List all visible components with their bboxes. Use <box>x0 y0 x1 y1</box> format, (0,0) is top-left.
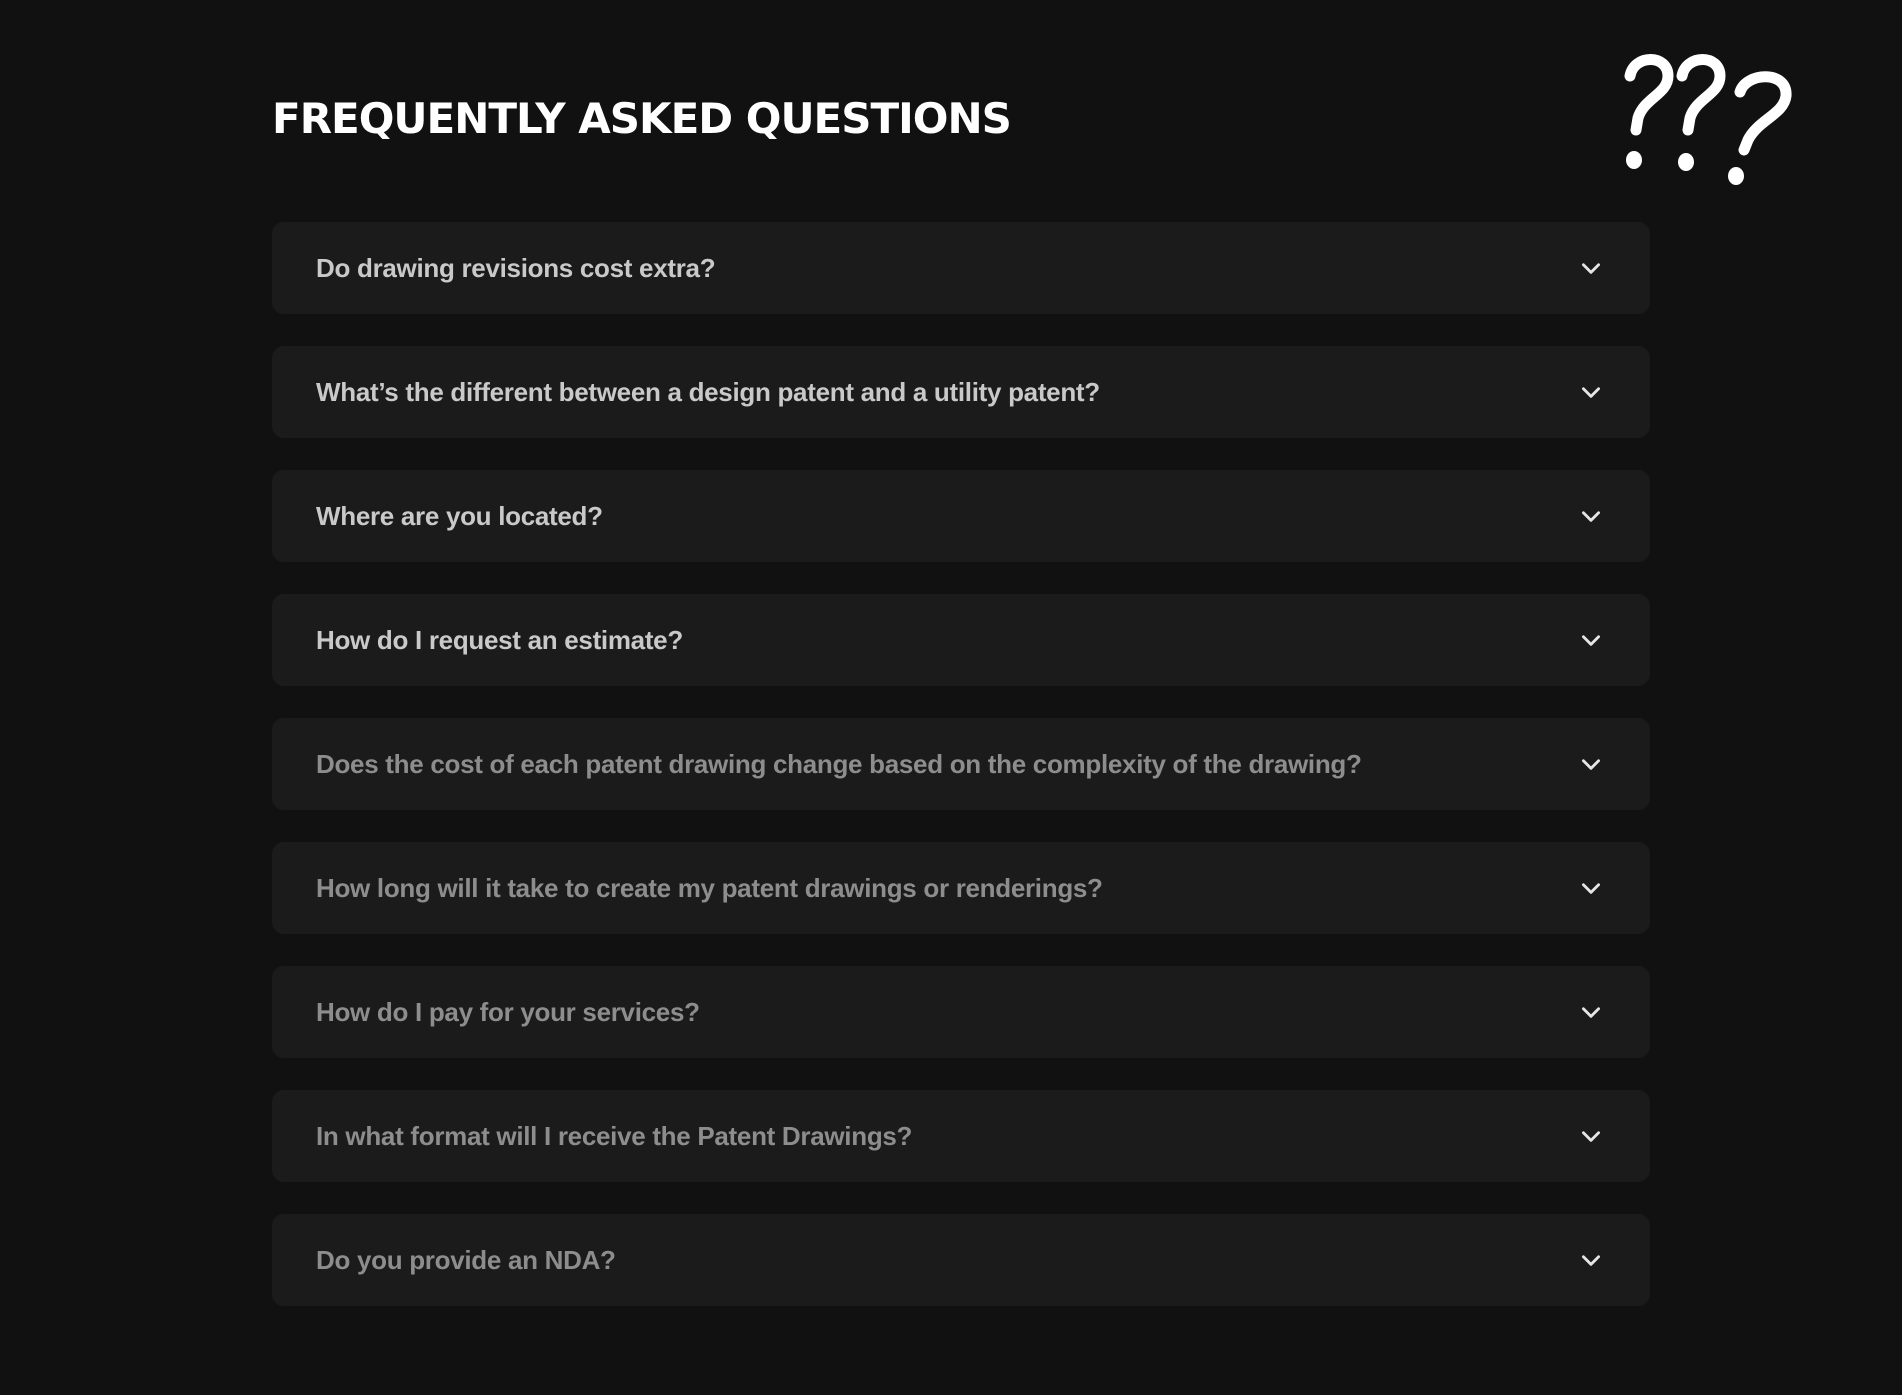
faq-question: Do you provide an NDA? <box>316 1244 616 1275</box>
faq-title: FREQUENTLY ASKED QUESTIONS <box>272 94 1012 143</box>
faq-item[interactable]: How do I pay for your services? <box>272 966 1650 1058</box>
faq-question: What’s the different between a design pa… <box>316 376 1100 407</box>
faq-question: Do drawing revisions cost extra? <box>316 252 716 283</box>
question-marks-icon <box>1624 54 1792 185</box>
faq-page: FREQUENTLY ASKED QUESTIONS Do drawing re… <box>0 0 1902 1395</box>
faq-item[interactable]: Do drawing revisions cost extra? <box>272 222 1650 314</box>
chevron-down-icon[interactable] <box>1578 1123 1604 1149</box>
chevron-down-icon[interactable] <box>1578 999 1604 1025</box>
chevron-down-icon[interactable] <box>1578 1247 1604 1273</box>
faq-item[interactable]: How do I request an estimate? <box>272 594 1650 686</box>
faq-list: Do drawing revisions cost extra? What’s t… <box>272 222 1650 1338</box>
faq-item[interactable]: How long will it take to create my paten… <box>272 842 1650 934</box>
faq-question: How long will it take to create my paten… <box>316 872 1103 903</box>
faq-question: Does the cost of each patent drawing cha… <box>316 748 1362 779</box>
chevron-down-icon[interactable] <box>1578 503 1604 529</box>
faq-question: In what format will I receive the Patent… <box>316 1120 913 1151</box>
faq-question: How do I request an estimate? <box>316 624 683 655</box>
chevron-down-icon[interactable] <box>1578 875 1604 901</box>
faq-question: How do I pay for your services? <box>316 996 700 1027</box>
faq-question: Where are you located? <box>316 500 603 531</box>
faq-item[interactable]: Does the cost of each patent drawing cha… <box>272 718 1650 810</box>
faq-item[interactable]: In what format will I receive the Patent… <box>272 1090 1650 1182</box>
faq-item[interactable]: What’s the different between a design pa… <box>272 346 1650 438</box>
faq-item[interactable]: Where are you located? <box>272 470 1650 562</box>
chevron-down-icon[interactable] <box>1578 255 1604 281</box>
faq-item[interactable]: Do you provide an NDA? <box>272 1214 1650 1306</box>
chevron-down-icon[interactable] <box>1578 751 1604 777</box>
chevron-down-icon[interactable] <box>1578 627 1604 653</box>
chevron-down-icon[interactable] <box>1578 379 1604 405</box>
